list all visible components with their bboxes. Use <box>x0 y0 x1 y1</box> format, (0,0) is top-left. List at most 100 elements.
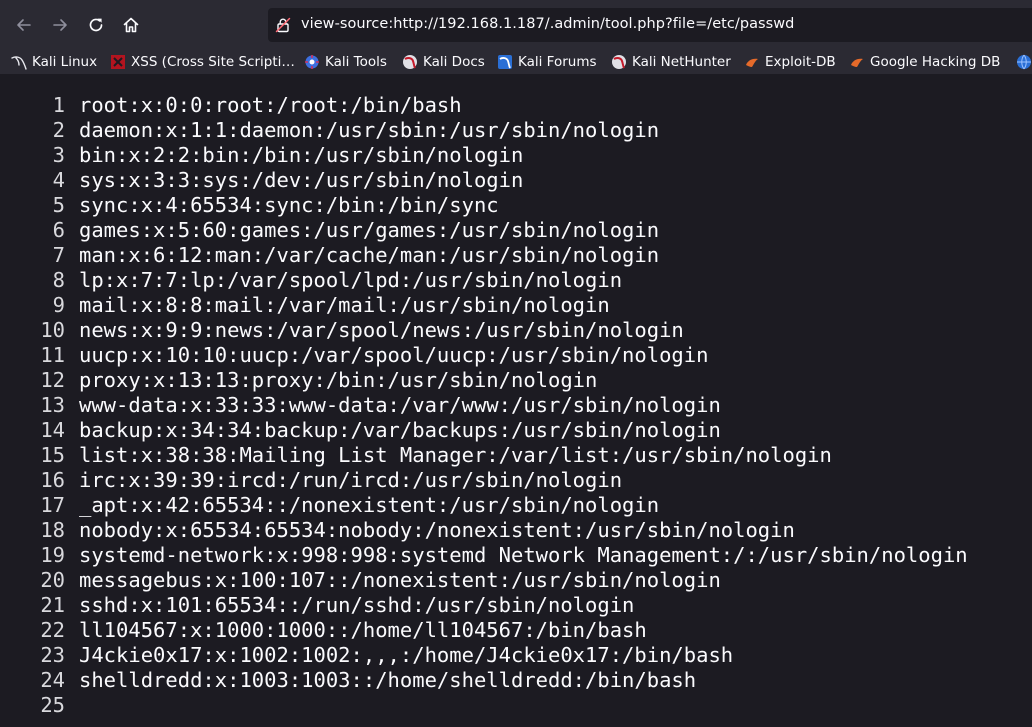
line-number: 22 <box>40 618 65 642</box>
line-number: 19 <box>40 543 65 567</box>
line-number: 14 <box>40 418 65 442</box>
line-number: 16 <box>40 468 65 492</box>
source-line: 6 games:x:5:60:games:/usr/games:/usr/sbin… <box>0 218 1032 243</box>
source-line: 15 list:x:38:38:Mailing List Manager:/var… <box>0 443 1032 468</box>
line-number: 15 <box>40 443 65 467</box>
kali-forums-icon <box>497 54 513 70</box>
source-line: 7 man:x:6:12:man:/var/cache/man:/usr/sbin… <box>0 243 1032 268</box>
reload-icon <box>89 18 103 32</box>
bookmark-exploit-db[interactable]: Exploit-DB <box>744 50 836 74</box>
line-text: backup:x:34:34:backup:/var/backups:/usr/… <box>79 418 721 442</box>
kali-docs-icon <box>402 54 418 70</box>
line-number: 6 <box>52 218 65 242</box>
line-number: 10 <box>40 318 65 342</box>
forward-button[interactable] <box>45 10 75 40</box>
line-number: 2 <box>52 118 65 142</box>
line-number: 24 <box>40 668 65 692</box>
exploit-db-icon <box>744 54 760 70</box>
line-text: news:x:9:9:news:/var/spool/news:/usr/sbi… <box>79 318 684 342</box>
bookmark-label: Kali Linux <box>32 54 98 70</box>
line-number: 21 <box>40 593 65 617</box>
ghdb-icon <box>849 54 865 70</box>
source-line: 3 bin:x:2:2:bin:/bin:/usr/sbin/nologin <box>0 143 1032 168</box>
home-button[interactable] <box>116 10 146 40</box>
line-text: www-data:x:33:33:www-data:/var/www:/usr/… <box>79 393 721 417</box>
bookmark-kali-linux[interactable]: Kali Linux <box>11 50 97 74</box>
source-line: 12 proxy:x:13:13:proxy:/bin:/usr/sbin/nol… <box>0 368 1032 393</box>
arrow-left-icon <box>17 19 31 31</box>
line-text: list:x:38:38:Mailing List Manager:/var/l… <box>79 443 832 467</box>
bookmark-kali-docs[interactable]: Kali Docs <box>402 50 485 74</box>
line-text: shelldredd:x:1003:1003::/home/shelldredd… <box>79 668 697 692</box>
source-line: 10 news:x:9:9:news:/var/spool/news:/usr/s… <box>0 318 1032 343</box>
line-text: proxy:x:13:13:proxy:/bin:/usr/sbin/nolog… <box>79 368 598 392</box>
source-line: 18 nobody:x:65534:65534:nobody:/nonexiste… <box>0 518 1032 543</box>
bookmark-label: Kali Docs <box>423 54 485 70</box>
kali-nethunter-icon <box>611 54 627 70</box>
line-text: lp:x:7:7:lp:/var/spool/lpd:/usr/sbin/nol… <box>79 268 623 292</box>
line-text: messagebus:x:100:107::/nonexistent:/usr/… <box>79 568 721 592</box>
bookmarks-toolbar: Kali Linux XSS (Cross Site Scripti… Kali… <box>0 50 1032 74</box>
line-text: sync:x:4:65534:sync:/bin:/bin/sync <box>79 193 499 217</box>
line-number: 3 <box>52 143 65 167</box>
line-number: 1 <box>52 93 65 117</box>
line-text: mail:x:8:8:mail:/var/mail:/usr/sbin/nolo… <box>79 293 610 317</box>
source-line: 11 uucp:x:10:10:uucp:/var/spool/uucp:/usr… <box>0 343 1032 368</box>
line-text: ll104567:x:1000:1000::/home/ll104567:/bi… <box>79 618 647 642</box>
line-number: 9 <box>52 293 65 317</box>
source-line: 25 <box>0 693 1032 718</box>
source-line: 23 J4ckie0x17:x:1002:1002:,,,:/home/J4cki… <box>0 643 1032 668</box>
source-line: 2 daemon:x:1:1:daemon:/usr/sbin:/usr/sbin… <box>0 118 1032 143</box>
home-icon <box>123 17 139 33</box>
bookmark-overflow-globe[interactable] <box>1016 50 1032 74</box>
bookmark-label: Google Hacking DB <box>870 54 1001 70</box>
navigation-toolbar: view-source:http://192.168.1.187/.admin/… <box>0 0 1032 50</box>
arrow-right-icon <box>53 19 67 31</box>
source-line: 8 lp:x:7:7:lp:/var/spool/lpd:/usr/sbin/no… <box>0 268 1032 293</box>
bookmark-label: Kali Tools <box>325 54 387 70</box>
back-button[interactable] <box>9 10 39 40</box>
line-number: 11 <box>40 343 65 367</box>
view-source-content: 1 root:x:0:0:root:/root:/bin/bash 2 daemon:… <box>0 74 1032 727</box>
line-text: sshd:x:101:65534::/run/sshd:/usr/sbin/no… <box>79 593 635 617</box>
line-number: 17 <box>40 493 65 517</box>
source-line: 5 sync:x:4:65534:sync:/bin:/bin/sync <box>0 193 1032 218</box>
bookmark-google-hacking-db[interactable]: Google Hacking DB <box>849 50 1000 74</box>
bookmark-kali-nethunter[interactable]: Kali NetHunter <box>611 50 731 74</box>
source-line: 22 ll104567:x:1000:1000::/home/ll104567:/… <box>0 618 1032 643</box>
source-line: 20 messagebus:x:100:107::/nonexistent:/us… <box>0 568 1032 593</box>
reload-button[interactable] <box>81 10 111 40</box>
source-line: 1 root:x:0:0:root:/root:/bin/bash <box>0 93 1032 118</box>
line-text: games:x:5:60:games:/usr/games:/usr/sbin/… <box>79 218 660 242</box>
line-number: 20 <box>40 568 65 592</box>
line-text: _apt:x:42:65534::/nonexistent:/usr/sbin/… <box>79 493 660 517</box>
xss-icon <box>110 54 126 70</box>
bookmark-kali-tools[interactable]: Kali Tools <box>304 50 387 74</box>
line-text: J4ckie0x17:x:1002:1002:,,,:/home/J4ckie0… <box>79 643 734 667</box>
url-text[interactable]: view-source:http://192.168.1.187/.admin/… <box>301 16 794 32</box>
bookmark-label: Kali NetHunter <box>632 54 731 70</box>
line-text: uucp:x:10:10:uucp:/var/spool/uucp:/usr/s… <box>79 343 709 367</box>
not-secure-lock-icon[interactable] <box>275 17 291 33</box>
line-text: nobody:x:65534:65534:nobody:/nonexistent… <box>79 518 795 542</box>
line-number: 13 <box>40 393 65 417</box>
line-text: sys:x:3:3:sys:/dev:/usr/sbin/nologin <box>79 168 524 192</box>
line-number: 8 <box>52 268 65 292</box>
line-text: root:x:0:0:root:/root:/bin/bash <box>79 93 462 117</box>
source-line: 16 irc:x:39:39:ircd:/run/ircd:/usr/sbin/n… <box>0 468 1032 493</box>
source-line: 19 systemd-network:x:998:998:systemd Netw… <box>0 543 1032 568</box>
bookmark-kali-forums[interactable]: Kali Forums <box>497 50 597 74</box>
bookmark-label: Exploit-DB <box>765 54 836 70</box>
source-line: 21 sshd:x:101:65534::/run/sshd:/usr/sbin/… <box>0 593 1032 618</box>
line-number: 5 <box>52 193 65 217</box>
globe-icon <box>1016 54 1032 70</box>
bookmark-xss[interactable]: XSS (Cross Site Scripti… <box>110 50 295 74</box>
source-line: 24 shelldredd:x:1003:1003::/home/shelldre… <box>0 668 1032 693</box>
url-bar[interactable]: view-source:http://192.168.1.187/.admin/… <box>268 8 1032 42</box>
line-number: 23 <box>40 643 65 667</box>
source-line: 4 sys:x:3:3:sys:/dev:/usr/sbin/nologin <box>0 168 1032 193</box>
bookmark-label: Kali Forums <box>518 54 597 70</box>
source-line: 17 _apt:x:42:65534::/nonexistent:/usr/sbi… <box>0 493 1032 518</box>
line-text: man:x:6:12:man:/var/cache/man:/usr/sbin/… <box>79 243 660 267</box>
line-text: daemon:x:1:1:daemon:/usr/sbin:/usr/sbin/… <box>79 118 660 142</box>
